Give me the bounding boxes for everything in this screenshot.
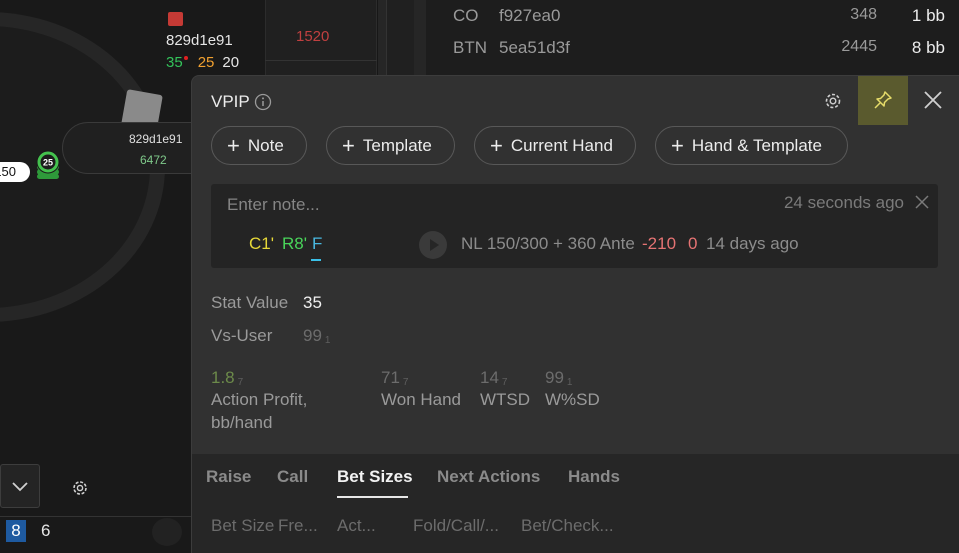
add-note-button[interactable]: + Note (211, 126, 307, 165)
button-label: Note (247, 135, 284, 155)
metric-value: 71 (381, 368, 400, 387)
action-c1: C1' (249, 234, 274, 253)
metric-label: Won Hand (381, 390, 462, 409)
metric-label: W%SD (545, 390, 600, 409)
opponent-name: 829d1e91 (166, 32, 233, 49)
gear-icon[interactable] (70, 478, 90, 498)
tab-next-actions[interactable]: Next Actions (437, 467, 540, 487)
column-header-action[interactable]: Act... (337, 516, 376, 536)
left-stack-label: 150 (0, 162, 30, 182)
action-underline (311, 259, 321, 261)
hand-result-zero: 0 (688, 234, 698, 253)
active-tab-indicator (337, 496, 408, 498)
opponent-stat-orange: 25 (197, 54, 215, 71)
metric-label-2: bb/hand (211, 413, 273, 432)
hand-history-row[interactable]: C1' R8' F NL 150/300 + 360 Ante -210 0 1… (249, 231, 929, 261)
column-header-bet-check[interactable]: Bet/Check... (521, 516, 614, 536)
note-input[interactable] (227, 194, 767, 216)
column-header-frequency[interactable]: Fre... (278, 516, 318, 536)
app-root: { "opponent": { "name": "829d1e91", "sta… (0, 0, 959, 553)
chip-stack-icon: 25 (36, 150, 60, 179)
list-item[interactable]: BTN 5ea51d3f 2445 8 bb (426, 38, 959, 68)
player-position: CO (453, 6, 479, 25)
button-label: Hand & Template (691, 135, 822, 155)
metric-won-hand: 71 7 Won Hand (381, 368, 462, 409)
plus-icon: + (671, 132, 684, 158)
column-header-fold-call[interactable]: Fold/Call/... (413, 516, 499, 536)
metric-label: Action Profit, (211, 390, 308, 409)
tab-call[interactable]: Call (277, 467, 308, 487)
add-hand-template-button[interactable]: + Hand & Template (655, 126, 848, 165)
metric-label: WTSD (480, 390, 531, 409)
alert-dot-icon (183, 56, 188, 60)
recent-players-list: CO f927ea0 348 1 bb BTN 5ea51d3f 2445 8 … (426, 0, 959, 80)
divider (265, 60, 377, 61)
player-bb: 1 bb (911, 6, 945, 25)
opponent-stats: 35 25 20 (166, 54, 239, 71)
pin-button[interactable] (858, 76, 908, 125)
add-template-button[interactable]: + Template (326, 126, 455, 165)
tab-bet-sizes[interactable]: Bet Sizes (337, 467, 413, 487)
pin-icon (874, 91, 892, 109)
player-number: 348 (850, 6, 877, 23)
vs-user-value: 99 1 (303, 326, 331, 346)
note-card: 24 seconds ago C1' R8' F NL 150/300 + 36… (211, 184, 938, 268)
divider (378, 0, 386, 80)
chip-value: 25 (43, 158, 53, 168)
list-item[interactable]: CO f927ea0 348 1 bb (426, 6, 959, 36)
button-label: Current Hand (510, 135, 613, 155)
vs-user-label: Vs-User (211, 326, 273, 345)
delete-note-icon[interactable] (915, 195, 929, 209)
hand-result: -210 (642, 234, 677, 253)
button-label: Template (362, 135, 432, 155)
seat-name: 829d1e91 (129, 132, 183, 146)
plus-icon: + (227, 132, 240, 158)
scrollbar[interactable] (386, 0, 414, 80)
info-icon[interactable] (254, 93, 272, 111)
hand-age: 14 days ago (706, 234, 799, 253)
opponent-stat-white: 20 (222, 54, 240, 71)
opponent-stat-green: 35 (166, 54, 183, 71)
game-type: NL 150/300 + 360 Ante (461, 234, 635, 253)
stat-value: 35 (303, 293, 322, 312)
middle-column-value: 1520 (296, 28, 330, 45)
close-icon[interactable] (923, 90, 943, 110)
divider (414, 0, 426, 80)
add-current-hand-button[interactable]: + Current Hand (474, 126, 636, 165)
action-f: F (312, 234, 323, 253)
chevron-down-icon (12, 482, 28, 492)
player-bb: 8 bb (911, 38, 945, 57)
plus-icon: + (342, 132, 355, 158)
stat-popup: VPIP + Note + Template + Current Hand + … (191, 75, 959, 553)
count-value: 6 (41, 521, 51, 540)
opponent-color-tag (168, 12, 183, 26)
action-r8: R8' (282, 234, 307, 253)
note-timestamp: 24 seconds ago (783, 193, 904, 212)
metric-value: 99 (545, 368, 564, 387)
player-id: 5ea51d3f (499, 38, 570, 57)
seat-stack: 6472 (140, 153, 167, 167)
popup-title: VPIP (211, 92, 250, 111)
metric-wtsd: 14 7 WTSD (480, 368, 531, 409)
column-header-bet-size[interactable]: Bet Size (211, 516, 274, 536)
dropdown-toggle[interactable] (0, 464, 40, 508)
player-id: f927ea0 (499, 6, 561, 25)
divider (0, 516, 192, 517)
replay-icon[interactable] (419, 231, 447, 259)
play-icon[interactable] (152, 518, 182, 546)
tab-hands[interactable]: Hands (568, 467, 620, 487)
plus-icon: + (490, 132, 503, 158)
metric-value: 1.8 (211, 368, 235, 387)
count-badge: 8 (6, 520, 26, 542)
metric-value: 14 (480, 368, 499, 387)
tab-bar: Raise Call Bet Sizes Next Actions Hands … (192, 454, 959, 553)
metric-action-profit: 1.8 7 Action Profit, bb/hand (211, 368, 308, 432)
metric-wsd: 99 1 W%SD (545, 368, 600, 409)
player-number: 2445 (841, 38, 877, 55)
gear-icon[interactable] (823, 91, 843, 111)
player-position: BTN (453, 38, 487, 57)
tab-raise[interactable]: Raise (206, 467, 251, 487)
stat-value-label: Stat Value (211, 293, 289, 312)
